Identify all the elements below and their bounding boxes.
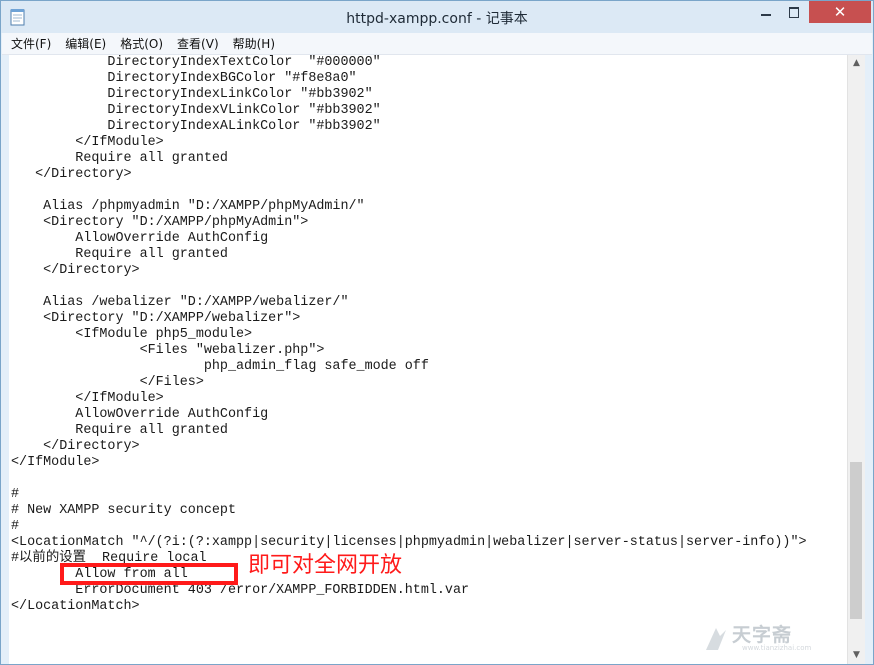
maximize-button[interactable] [780, 1, 808, 23]
watermark-text: 天字斋 [732, 624, 793, 646]
text-line[interactable]: <LocationMatch "^/(?i:(?:xampp|security|… [11, 535, 807, 551]
file-content[interactable]: DirectoryIndexTextColor "#000000" Direct… [11, 55, 807, 615]
text-line[interactable]: </Directory> [11, 263, 807, 279]
menu-format[interactable]: 格式(O) [115, 34, 168, 54]
text-line[interactable]: </IfModule> [11, 391, 807, 407]
text-line[interactable]: <Directory "D:/XAMPP/phpMyAdmin"> [11, 215, 807, 231]
scroll-up-button[interactable]: ▲ [848, 55, 865, 72]
text-line[interactable]: DirectoryIndexBGColor "#f8e8a0" [11, 71, 807, 87]
close-icon: ✕ [833, 3, 847, 21]
text-line[interactable]: </Directory> [11, 439, 807, 455]
text-line[interactable] [11, 279, 807, 295]
menu-help[interactable]: 帮助(H) [228, 34, 280, 54]
text-line[interactable]: ErrorDocument 403 /error/XAMPP_FORBIDDEN… [11, 583, 807, 599]
annotation-text: 即可对全网开放 [248, 553, 403, 578]
menu-edit[interactable]: 编辑(E) [60, 34, 111, 54]
text-line[interactable]: Alias /phpmyadmin "D:/XAMPP/phpMyAdmin/" [11, 199, 807, 215]
watermark-logo-icon [706, 628, 726, 650]
text-line[interactable]: </Directory> [11, 167, 807, 183]
text-line[interactable]: # [11, 519, 807, 535]
text-line[interactable] [11, 471, 807, 487]
window-title: httpd-xampp.conf - 记事本 [346, 11, 528, 27]
watermark: 天字斋 www.tianzizhai.com [702, 618, 852, 660]
text-line[interactable]: # New XAMPP security concept [11, 503, 807, 519]
text-line[interactable]: Alias /webalizer "D:/XAMPP/webalizer/" [11, 295, 807, 311]
minimize-button[interactable] [752, 1, 780, 23]
text-line[interactable]: AllowOverride AuthConfig [11, 231, 807, 247]
scroll-thumb[interactable] [850, 462, 862, 619]
text-line[interactable] [11, 183, 807, 199]
menu-view[interactable]: 查看(V) [172, 34, 224, 54]
text-line[interactable]: </IfModule> [11, 455, 807, 471]
text-line[interactable]: </Files> [11, 375, 807, 391]
text-line[interactable]: </IfModule> [11, 135, 807, 151]
text-line[interactable]: Require all granted [11, 247, 807, 263]
text-line[interactable]: AllowOverride AuthConfig [11, 407, 807, 423]
menu-bar: 文件(F) 编辑(E) 格式(O) 查看(V) 帮助(H) [2, 33, 872, 55]
text-line[interactable]: <Files "webalizer.php"> [11, 343, 807, 359]
maximize-icon [789, 7, 799, 18]
text-line[interactable]: Require all granted [11, 423, 807, 439]
text-line[interactable]: DirectoryIndexVLinkColor "#bb3902" [11, 103, 807, 119]
text-line[interactable]: </LocationMatch> [11, 599, 807, 615]
minimize-icon [761, 14, 771, 16]
text-line[interactable]: DirectoryIndexALinkColor "#bb3902" [11, 119, 807, 135]
text-line[interactable]: Require all granted [11, 151, 807, 167]
text-line[interactable]: DirectoryIndexTextColor "#000000" [11, 55, 807, 71]
menu-file[interactable]: 文件(F) [6, 34, 56, 54]
close-button[interactable]: ✕ [809, 1, 871, 23]
annotation-highlight-box [60, 563, 238, 585]
text-line[interactable]: php_admin_flag safe_mode off [11, 359, 807, 375]
text-line[interactable]: # [11, 487, 807, 503]
text-line[interactable]: <Directory "D:/XAMPP/webalizer"> [11, 311, 807, 327]
title-bar[interactable]: httpd-xampp.conf - 记事本 ✕ [1, 1, 873, 33]
watermark-url: www.tianzizhai.com [742, 644, 812, 652]
vertical-scrollbar[interactable]: ▲ ▼ [847, 55, 865, 664]
text-line[interactable]: DirectoryIndexLinkColor "#bb3902" [11, 87, 807, 103]
text-line[interactable]: <IfModule php5_module> [11, 327, 807, 343]
